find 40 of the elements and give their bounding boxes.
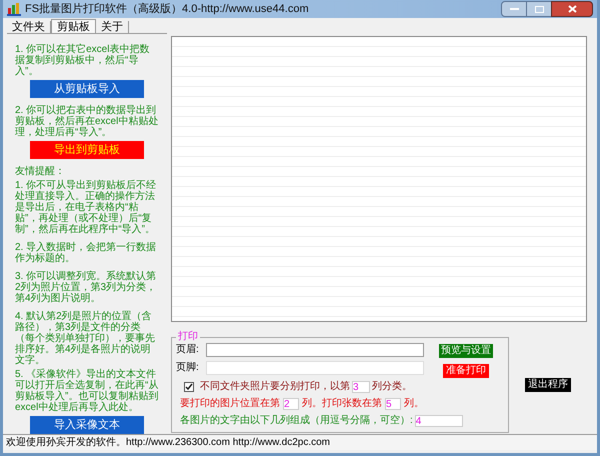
app-icon [7,2,21,16]
instruction-text: 1. 你不可从导出到剪贴板后不经处理直接导入。正确的操作方法是导出后，在电子表格内“粘贴”，再处理（或不处理）后“复制”，然后再在此程序中“导入”。 [15,180,158,235]
check-icon [185,382,193,390]
column-field[interactable]: 3 [352,380,370,392]
instruction-text: 4. 默认第2列是照片的位置（含路径），第3列是文件的分类（每个类别单独打印），要事先排序好。第4列是各照片的说明文字。 [15,311,156,366]
field-label: 各图片的文字由以下几列组成（用逗号分隔，可空）: [180,414,413,428]
field-suffix: 列。 [404,397,424,411]
field-label: 页脚: [176,360,200,375]
instruction-text: 2. 你可以把右表中的数据导出到剪贴板，然后再在excel中粘贴处理，处理后再“导入”。 [15,105,159,138]
maximize-button[interactable] [527,1,551,17]
column-field[interactable]: 5 [385,398,401,410]
group-title: 打印 [177,332,199,342]
print-button[interactable]: 准备打印 [443,364,489,378]
close-button[interactable] [551,1,593,17]
minimize-button[interactable] [501,1,527,17]
preview-button[interactable]: 预览与设置 [439,344,493,358]
header-field[interactable] [206,342,424,356]
instruction-text: 3. 你可以调整列宽。系统默认第2列为照片位置，第3列为分类，第4列为图片说明。 [15,271,158,304]
panel-button[interactable]: 导出到剪贴板 [30,141,144,159]
footer-field[interactable] [206,360,424,374]
instruction-text: 5. 《采像软件》导出的文本文件可以打开后全选复制，在此再“从剪贴板导入”。也可以复制粘贴到excel中处理后再导入此处。 [15,369,159,413]
tab[interactable]: 关于 [96,21,129,33]
panel-button[interactable]: 从剪贴板导入 [30,80,144,98]
window-title: FS批量图片打印软件（高级版）4.0-http://www.use44.com [25,2,310,17]
status-bar: 欢迎使用孙宾开发的软件。http://www.236300.com http://www.dc2pc.com [3,434,597,450]
column-field[interactable]: 2 [283,398,299,410]
instruction-text: 2. 导入数据时，会把第一行数据作为标题的。 [15,242,158,264]
close-icon [568,5,576,13]
tips-heading: 友情提醒： [15,166,66,177]
field-label: 页眉: [176,343,200,357]
field-label: 要打印的图片位置在第 [180,396,280,411]
tab[interactable]: 剪贴板 [51,19,96,33]
exit-button[interactable]: 退出程序 [525,378,571,392]
field-label: 列。打印张数在第 [302,396,382,411]
checkbox[interactable] [184,382,194,392]
instruction-text: 1. 你可以在其它excel表中把数据复制到剪贴板中，然后“导入”。 [15,44,150,77]
field-suffix: 列分类。 [372,380,412,394]
columns-field[interactable]: 4 [414,414,463,426]
checkbox-label: 不同文件夹照片要分别打印，以第 [200,380,350,394]
panel-button[interactable]: 导入采像文本 [30,416,144,434]
